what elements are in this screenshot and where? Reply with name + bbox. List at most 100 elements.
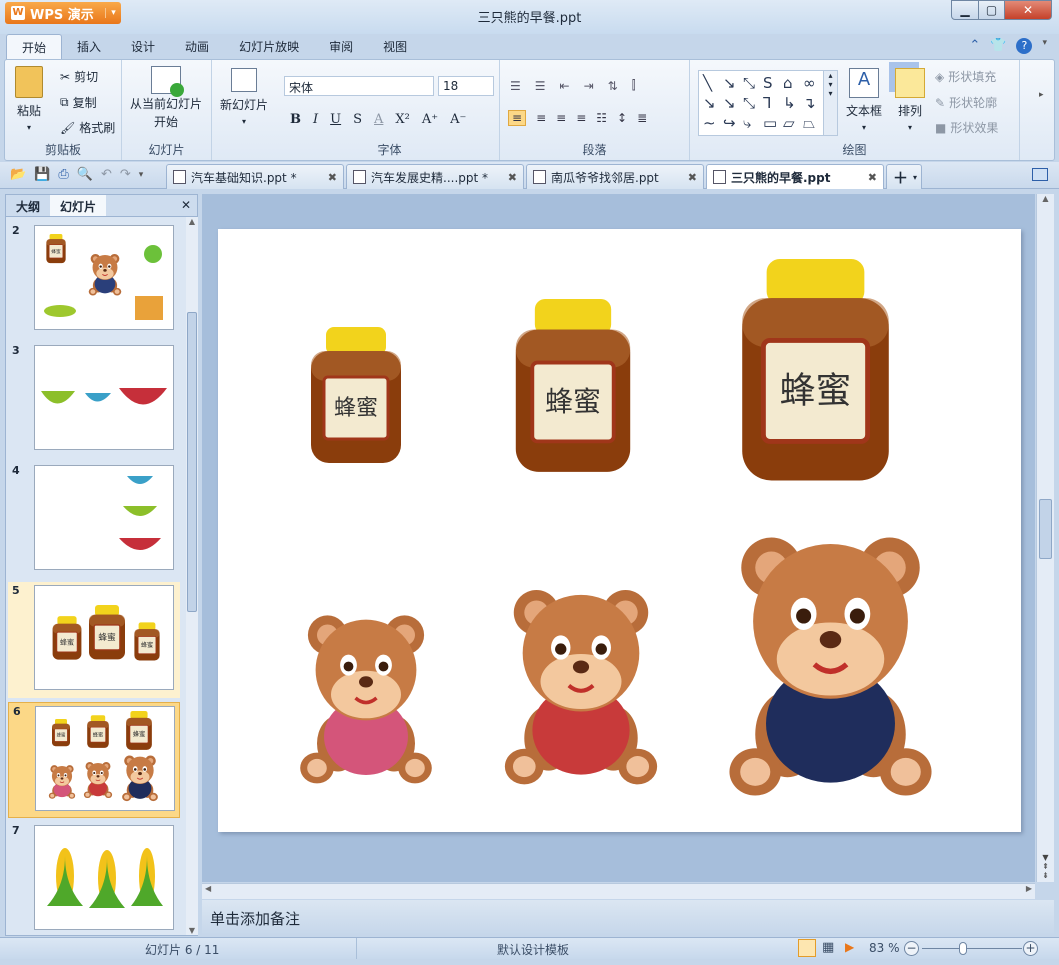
textbox-button[interactable]: A 文本框 ▾ xyxy=(846,68,882,132)
notes-pane[interactable]: 单击添加备注 xyxy=(202,900,1054,936)
decrease-indent-icon[interactable]: ⇤ xyxy=(560,79,570,93)
tab-home[interactable]: 开始 xyxy=(6,34,63,60)
window-mode-icon[interactable] xyxy=(1032,168,1048,181)
format-painter-button[interactable]: 🖌 格式刷 xyxy=(60,119,115,136)
shadow-button[interactable]: S xyxy=(353,112,362,127)
font-name-select[interactable]: 宋体 xyxy=(284,76,434,96)
tab-review[interactable]: 审阅 xyxy=(314,34,368,60)
scroll-thumb[interactable] xyxy=(1039,499,1052,559)
new-slide-button[interactable]: 新幻灯片 ▾ xyxy=(220,68,268,126)
align-text-icon[interactable]: ⫿ xyxy=(632,78,636,93)
print-preview-icon[interactable]: 🔍 xyxy=(77,167,93,182)
doc-tab-active[interactable]: 三只熊的早餐.ppt ✖ xyxy=(706,164,884,189)
slide-thumbnail-4[interactable]: 4 xyxy=(8,462,180,578)
doc-tab[interactable]: 汽车基础知识.ppt * ✖ xyxy=(166,164,344,189)
zoom-out-button[interactable]: − xyxy=(904,941,919,956)
text-direction-icon[interactable]: ⇅ xyxy=(608,79,618,93)
help-icon[interactable]: ? xyxy=(1016,38,1033,54)
doc-tab[interactable]: 南瓜爷爷找邻居.ppt ✖ xyxy=(526,164,704,189)
template-name: 默认设计模板 xyxy=(497,943,570,957)
tab-design[interactable]: 设计 xyxy=(116,34,170,60)
doc-tab[interactable]: 汽车发展史精....ppt * ✖ xyxy=(346,164,524,189)
print-icon[interactable]: ⎙ xyxy=(58,167,68,182)
zoom-slider[interactable] xyxy=(922,948,1022,949)
font-color-button[interactable]: A xyxy=(374,112,383,127)
open-icon[interactable]: 📂 xyxy=(10,167,26,182)
copy-button[interactable]: ⧉ 复制 xyxy=(60,94,97,111)
shape-fill-button[interactable]: ◈ 形状填充 xyxy=(935,68,996,85)
skin-icon[interactable]: 👕 xyxy=(990,38,1006,54)
chevron-down-icon[interactable]: ▾ xyxy=(1042,38,1047,54)
scroll-thumb[interactable] xyxy=(187,312,197,612)
normal-view-icon[interactable] xyxy=(798,939,816,957)
shrink-font-button[interactable]: A⁻ xyxy=(450,112,466,127)
ppt-file-icon xyxy=(713,170,726,184)
arrange-button[interactable]: 排列 ▾ xyxy=(895,68,925,132)
shape-gallery-scroll[interactable]: ▴ ▾ ▾ xyxy=(823,70,838,136)
slide-thumbnail-7[interactable]: 7 xyxy=(8,822,180,938)
ribbon-more-arrow[interactable]: ▸ xyxy=(1039,90,1044,100)
collapse-ribbon-icon[interactable]: ⌃ xyxy=(969,38,980,54)
shape-fill-label: 形状填充 xyxy=(948,70,997,84)
tab-animation[interactable]: 动画 xyxy=(170,34,224,60)
panel-tabs: 大纲 幻灯片 ✕ xyxy=(6,195,197,217)
underline-button[interactable]: U xyxy=(330,112,341,127)
cut-button[interactable]: ✂ 剪切 xyxy=(60,68,98,85)
zoom-slider-thumb[interactable] xyxy=(958,942,967,955)
new-tab-button[interactable]: ＋ ▾ xyxy=(886,164,922,189)
superscript-button[interactable]: X² xyxy=(395,112,409,127)
shape-outline-button[interactable]: ✎ 形状轮廓 xyxy=(935,94,997,111)
bold-button[interactable]: B xyxy=(290,112,301,127)
panel-scrollbar[interactable]: ▲ ▼ xyxy=(186,217,198,935)
close-tab-icon[interactable]: ✖ xyxy=(688,171,697,184)
italic-button[interactable]: I xyxy=(313,112,318,127)
tab-slides[interactable]: 幻灯片 xyxy=(50,195,107,216)
vertical-scrollbar[interactable]: ▲ ▼ ⇞ ⇟ xyxy=(1036,194,1054,882)
close-panel-icon[interactable]: ✕ xyxy=(175,195,197,216)
horizontal-scrollbar[interactable]: ◀ ▶ xyxy=(202,883,1035,899)
undo-icon[interactable]: ↶ xyxy=(101,167,112,182)
numbering-icon[interactable]: ☰ xyxy=(535,79,546,93)
font-size-select[interactable]: 18 xyxy=(438,76,494,96)
slide-thumbnail-6[interactable]: 6 xyxy=(8,702,180,818)
top-right-tools: ⌃ 👕 ? ▾ xyxy=(969,38,1047,54)
slide-canvas[interactable] xyxy=(218,229,1021,832)
tab-slideshow[interactable]: 幻灯片放映 xyxy=(224,34,314,60)
doc-tab-label: 南瓜爷爷找邻居.ppt xyxy=(551,170,659,185)
close-button[interactable]: ✕ xyxy=(1004,0,1052,20)
slide-sorter-icon[interactable]: ▦ xyxy=(822,940,834,955)
distribute-icon[interactable]: ☷ xyxy=(596,111,607,125)
ppt-file-icon xyxy=(353,170,366,184)
play-from-current-button[interactable]: 从当前幻灯片 开始 xyxy=(130,66,202,130)
line-spacing-icon[interactable]: ↕ xyxy=(617,111,627,125)
redo-icon[interactable]: ↷ xyxy=(120,167,131,182)
align-right-icon[interactable]: ≡ xyxy=(556,111,566,125)
bullets-icon[interactable]: ☰ xyxy=(510,79,521,93)
close-tab-icon[interactable]: ✖ xyxy=(868,171,877,184)
paragraph-spacing-icon[interactable]: ≣ xyxy=(637,111,647,125)
align-center-icon[interactable]: ≡ xyxy=(536,111,546,125)
zoom-in-button[interactable]: + xyxy=(1023,941,1038,956)
shape-effect-button[interactable]: ■ 形状效果 xyxy=(935,119,998,136)
grow-font-button[interactable]: A⁺ xyxy=(422,112,438,127)
maximize-button[interactable]: ▢ xyxy=(978,0,1005,20)
save-icon[interactable]: 💾 xyxy=(34,167,50,182)
slide-thumbnail-5[interactable]: 5 xyxy=(8,582,180,698)
increase-indent-icon[interactable]: ⇥ xyxy=(584,79,594,93)
slide-indicator: 幻灯片 6 / 11 xyxy=(145,943,220,957)
tab-outline[interactable]: 大纲 xyxy=(6,195,50,216)
align-left-icon[interactable]: ≡ xyxy=(508,110,527,126)
slide-thumbnail-2[interactable]: 2 xyxy=(8,222,180,338)
shape-gallery[interactable]: ╲ ↘ ⤡ S ⌂ ∞ ↘ ↘ ⤡ ⅂ ↳ ↴ ∼ ↪ ⤷ ▭ ▱ ⏢ xyxy=(698,70,838,136)
tab-insert[interactable]: 插入 xyxy=(62,34,116,60)
close-tab-icon[interactable]: ✖ xyxy=(508,171,517,184)
minimize-button[interactable]: ▁ xyxy=(951,0,979,20)
slide-thumbnail-3[interactable]: 3 xyxy=(8,342,180,458)
ribbon-tabs: 开始 插入 设计 动画 幻灯片放映 审阅 视图 xyxy=(0,34,1059,60)
close-tab-icon[interactable]: ✖ xyxy=(328,171,337,184)
paste-button[interactable]: 粘贴 ▾ xyxy=(15,66,43,132)
tab-view[interactable]: 视图 xyxy=(368,34,422,60)
customize-toolbar-icon[interactable]: ▾ xyxy=(139,170,144,180)
slideshow-view-icon[interactable]: ▶ xyxy=(845,940,854,954)
justify-icon[interactable]: ≡ xyxy=(576,111,586,125)
